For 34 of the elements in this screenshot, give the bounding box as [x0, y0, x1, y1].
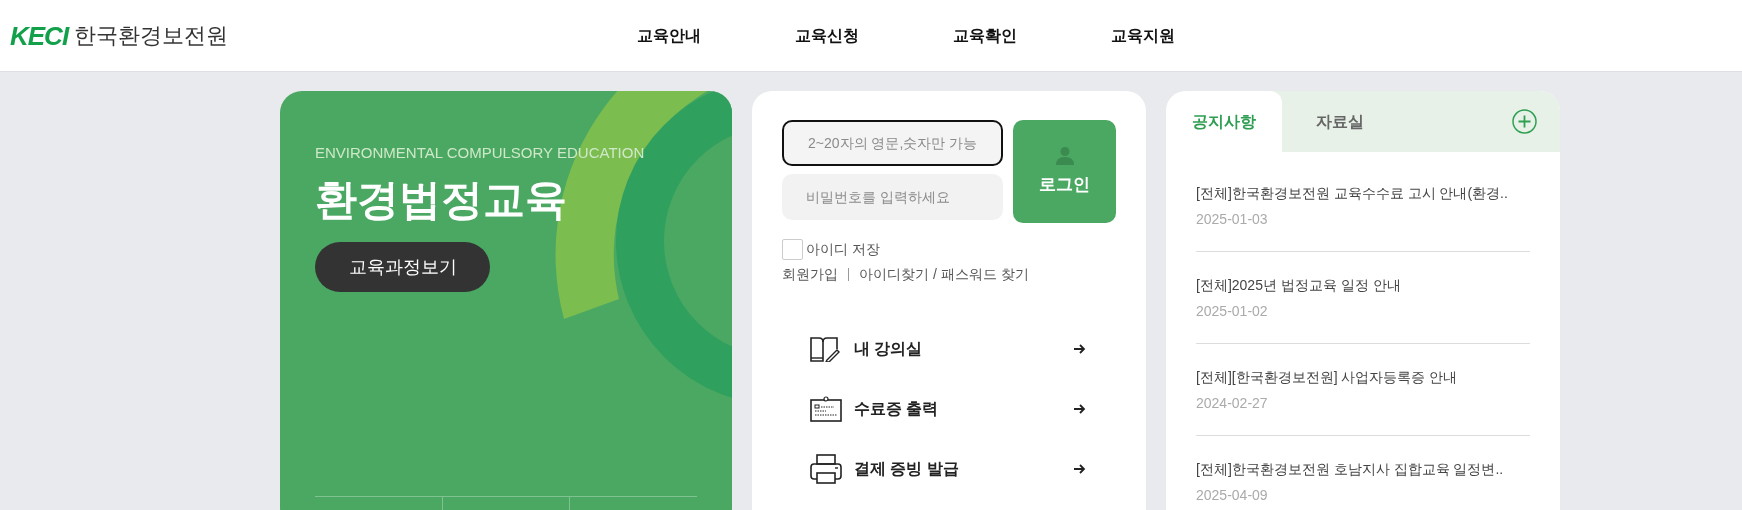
book-icon	[810, 336, 840, 362]
quick-link[interactable]: 결제 증빙 발급	[810, 451, 1086, 487]
notice-title[interactable]: [전체]2025년 법정교육 일정 안내	[1196, 275, 1530, 295]
hero-subtitle: ENVIRONMENTAL COMPULSORY EDUCATION	[315, 143, 645, 163]
organization-name: 한국환경보전원	[74, 22, 229, 50]
signup-link[interactable]: 회원가입	[782, 264, 838, 285]
notice-title[interactable]: [전체]한국환경보전원 호남지사 집합교육 일정변..	[1196, 459, 1530, 479]
person-icon	[1054, 145, 1075, 166]
add-icon[interactable]	[1512, 109, 1537, 134]
course-button[interactable]: 교육과정보기	[315, 242, 490, 292]
arrow-icon	[1074, 344, 1086, 354]
notice-title[interactable]: [전체][한국환경보전원] 사업자등록증 안내	[1196, 367, 1530, 387]
remember-label: 아이디 저장	[806, 240, 880, 259]
nav-link[interactable]: 교육확인	[906, 24, 1064, 48]
notice-date: 2025-01-02	[1196, 302, 1269, 320]
find-account-link[interactable]: 아이디찾기 / 패스워드 찾기	[859, 264, 1029, 285]
printer-icon	[810, 454, 842, 484]
remember-checkbox[interactable]	[782, 239, 803, 260]
board-tab[interactable]: 자료실	[1282, 91, 1398, 152]
nav-link[interactable]: 교육안내	[590, 24, 748, 48]
nav-link[interactable]: 교육지원	[1064, 24, 1222, 48]
notice-date: 2025-01-03	[1196, 210, 1269, 228]
notice-title[interactable]: [전체]한국환경보전원 교육수수료 고시 안내(환경..	[1196, 183, 1530, 203]
nav-link[interactable]: 교육신청	[748, 24, 906, 48]
certificate-icon	[810, 396, 842, 422]
arrow-icon	[1074, 464, 1086, 474]
quick-link[interactable]: 내 강의실	[810, 331, 1086, 367]
quick-link[interactable]: 수료증 출력	[810, 391, 1086, 427]
arrow-icon	[1074, 404, 1086, 414]
hero-title: 환경법정교육	[315, 175, 567, 225]
password-field[interactable]: 비밀번호를 입력하세요	[782, 174, 1003, 220]
id-field[interactable]: 2~20자의 영문,숫자만 가능	[782, 120, 1003, 166]
notice-date: 2025-04-09	[1196, 486, 1269, 504]
notice-date: 2024-02-27	[1196, 394, 1269, 412]
